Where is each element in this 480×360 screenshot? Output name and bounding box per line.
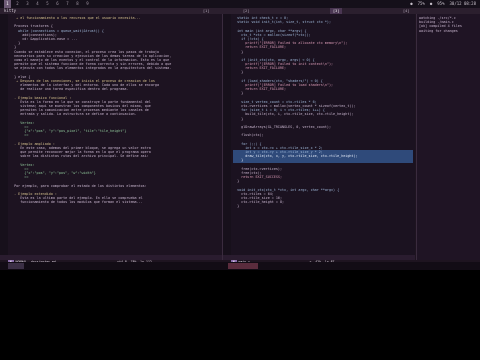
right-terminal-pane[interactable]: watching ./src/*.c building ./main.c [ok] … bbox=[416, 14, 480, 260]
workspace-2[interactable]: 2 bbox=[14, 0, 21, 8]
middle-statusline: N main.c c 42% ln 87 bbox=[223, 255, 415, 264]
left-editor-pane[interactable]: → el funcionamiento o los recursos que e… bbox=[0, 14, 223, 260]
workspace-1[interactable]: 1 bbox=[4, 0, 11, 8]
tray-item[interactable]: 30/12 08:28 bbox=[450, 0, 477, 8]
keyboard-indicator bbox=[8, 263, 24, 269]
workspace-8[interactable]: 8 bbox=[74, 0, 81, 8]
workspace-switcher: 123456789 bbox=[4, 0, 91, 8]
tray-item[interactable]: ● bbox=[410, 0, 412, 8]
workspace-7[interactable]: 7 bbox=[64, 0, 71, 8]
workspace-3[interactable]: 3 bbox=[24, 0, 31, 8]
tray-item[interactable]: 95% bbox=[437, 0, 444, 8]
desktop-screen: 123456789 ● 75% ● 95% 30/12 08:28 kitty [1] … bbox=[0, 0, 480, 270]
tray-item[interactable]: 75% bbox=[418, 0, 425, 8]
bottom-bar bbox=[0, 262, 480, 270]
left-statusline: N NORMAL docs/notes.md utf-8 78% ln 112 bbox=[0, 255, 222, 264]
line-number-gutter bbox=[0, 14, 8, 260]
workspace-9[interactable]: 9 bbox=[84, 0, 91, 8]
workspace-5[interactable]: 5 bbox=[44, 0, 51, 8]
middle-editor-pane[interactable]: static int check_t c = 0; static void in… bbox=[223, 14, 415, 260]
right-terminal-text[interactable]: watching ./src/*.c building ./main.c [ok] … bbox=[419, 16, 479, 33]
mode-indicator-bar bbox=[228, 263, 258, 269]
system-topbar: 123456789 ● 75% ● 95% 30/12 08:28 bbox=[0, 0, 480, 8]
code-line: } bbox=[233, 204, 240, 209]
middle-editor-text[interactable]: static int check_t c = 0; static void in… bbox=[233, 16, 413, 209]
workspace-6[interactable]: 6 bbox=[54, 0, 61, 8]
code-line: funcionamiento de todos los modulos que … bbox=[10, 200, 143, 205]
code-line: waiting for changes bbox=[419, 28, 458, 33]
system-status-tray: ● 75% ● 95% 30/12 08:28 bbox=[410, 0, 476, 8]
tray-item[interactable]: ● bbox=[430, 0, 432, 8]
workspace-4[interactable]: 4 bbox=[34, 0, 41, 8]
line-number-gutter bbox=[223, 14, 231, 260]
left-editor-text[interactable]: → el funcionamiento o los recursos que e… bbox=[10, 16, 220, 204]
